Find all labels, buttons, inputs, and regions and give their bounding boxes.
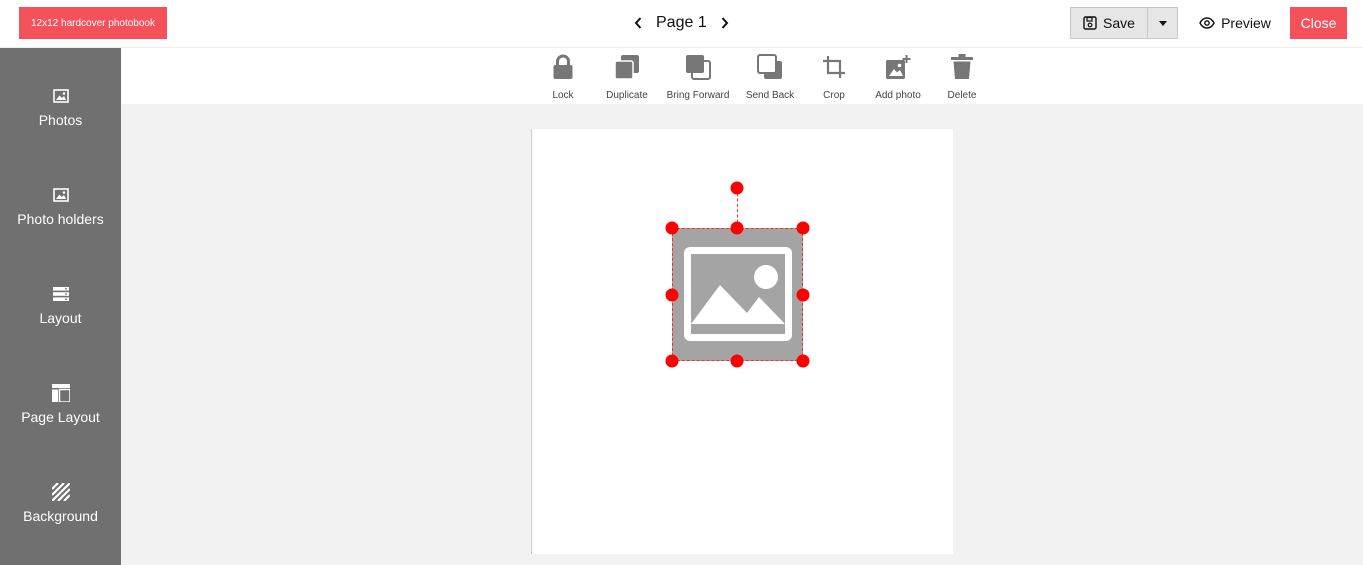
close-button[interactable]: Close: [1290, 7, 1347, 39]
tool-label: Send Back: [745, 90, 795, 101]
layout-list-icon: [51, 284, 71, 304]
delete-button[interactable]: Delete: [927, 52, 997, 104]
resize-handle-top-left[interactable]: [665, 221, 679, 235]
tool-label: Crop: [823, 90, 845, 101]
sidebar-item-label: Page Layout: [21, 409, 100, 425]
image-icon: [51, 185, 71, 205]
caret-down-icon: [1158, 20, 1167, 26]
save-button[interactable]: Save: [1070, 7, 1148, 39]
sidebar-item-background[interactable]: Background: [0, 454, 121, 534]
trash-icon: [948, 52, 976, 82]
lock-button[interactable]: Lock: [528, 52, 598, 104]
sidebar-item-layout[interactable]: Layout: [0, 256, 121, 336]
sidebar-item-photo-holders[interactable]: Photo holders: [0, 157, 121, 237]
save-label: Save: [1103, 15, 1135, 31]
save-icon: [1083, 16, 1097, 30]
page-title: Page 1: [656, 14, 707, 31]
sidebar: Photos Photo holders Layout Page Layout …: [0, 48, 121, 565]
resize-handle-bottom-right[interactable]: [796, 354, 810, 368]
tool-label: Delete: [947, 90, 977, 101]
preview-button[interactable]: Preview: [1190, 7, 1280, 39]
top-bar: 12x12 hardcover photobook Page 1 Save Pr…: [0, 0, 1363, 48]
next-page-button[interactable]: [717, 13, 733, 33]
prev-page-button[interactable]: [630, 13, 646, 33]
sidebar-item-label: Background: [23, 508, 98, 524]
rotate-handle[interactable]: [730, 181, 744, 195]
chevron-right-icon: [721, 17, 729, 29]
page-layout-icon: [51, 383, 71, 403]
sidebar-item-label: Layout: [39, 310, 82, 326]
crop-icon: [820, 52, 848, 82]
save-options-dropdown[interactable]: [1148, 7, 1178, 39]
photo-holder[interactable]: [672, 228, 803, 361]
sidebar-item-page-layout[interactable]: Page Layout: [0, 355, 121, 435]
send-back-icon: [756, 52, 784, 82]
resize-handle-bottom-left[interactable]: [665, 354, 679, 368]
product-badge[interactable]: 12x12 hardcover photobook: [19, 7, 167, 39]
sidebar-item-photos[interactable]: Photos: [0, 58, 121, 138]
sidebar-item-label: Photos: [38, 112, 83, 128]
stripes-icon: [51, 482, 71, 502]
edit-toolbar: Lock Duplicate Bring Forward Send Back C…: [121, 48, 1363, 104]
lock-icon: [549, 52, 577, 82]
eye-icon: [1199, 17, 1215, 29]
duplicate-icon: [613, 52, 641, 82]
page-navigation: Page 1: [630, 10, 733, 36]
tool-label: Bring Forward: [666, 90, 730, 101]
resize-handle-right[interactable]: [796, 288, 810, 302]
resize-handle-bottom[interactable]: [730, 354, 744, 368]
resize-handle-top-right[interactable]: [796, 221, 810, 235]
resize-handle-top[interactable]: [730, 221, 744, 235]
image-icon: [51, 86, 71, 106]
preview-label: Preview: [1221, 15, 1271, 31]
add-photo-icon: [884, 52, 912, 82]
bring-forward-icon: [684, 52, 712, 82]
save-group: Save: [1070, 7, 1178, 39]
duplicate-button[interactable]: Duplicate: [592, 52, 662, 104]
tool-label: Duplicate: [606, 90, 648, 101]
add-photo-button[interactable]: Add photo: [863, 52, 933, 104]
resize-handle-left[interactable]: [665, 288, 679, 302]
crop-button[interactable]: Crop: [799, 52, 869, 104]
sidebar-item-label: Photo holders: [17, 211, 104, 227]
bring-forward-button[interactable]: Bring Forward: [663, 52, 733, 104]
tool-label: Add photo: [875, 90, 921, 101]
chevron-left-icon: [634, 17, 642, 29]
image-placeholder-icon: [684, 247, 792, 341]
send-back-button[interactable]: Send Back: [735, 52, 805, 104]
tool-label: Lock: [552, 90, 574, 101]
